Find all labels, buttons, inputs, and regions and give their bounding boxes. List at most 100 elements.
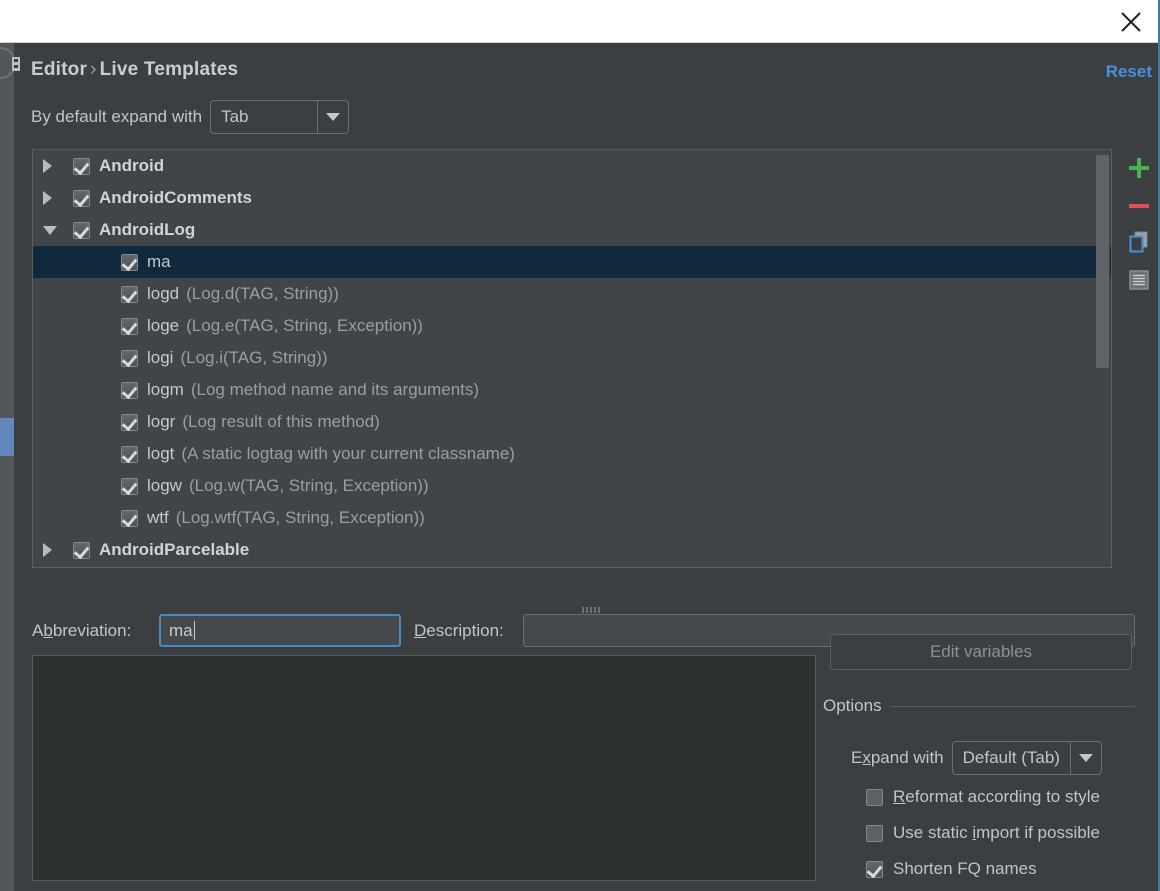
option-checkbox-row[interactable]: Shorten FQ names bbox=[866, 859, 1037, 879]
option-checkbox[interactable] bbox=[866, 788, 883, 806]
tree-row-name: Android bbox=[99, 156, 165, 175]
tree-row[interactable]: Android bbox=[33, 150, 1111, 182]
screen: Editor › Live Templates Reset By default e… bbox=[0, 0, 1160, 891]
default-expand-label: By default expand with bbox=[31, 107, 203, 126]
chevron-down-icon bbox=[317, 101, 348, 133]
tree-row[interactable]: logm (Log method name and its arguments) bbox=[33, 374, 1111, 406]
tree-row-description: (Log.w(TAG, String, Exception)) bbox=[188, 476, 429, 495]
expand-with-dropdown[interactable]: Default (Tab) bbox=[951, 741, 1102, 775]
tree-row[interactable]: logw (Log.w(TAG, String, Exception)) bbox=[33, 470, 1111, 502]
tree-toolbar bbox=[1121, 149, 1157, 301]
option-checkbox-label: Use static import if possible bbox=[893, 823, 1100, 842]
tree-row-name: ma bbox=[147, 252, 171, 271]
tree-row[interactable]: AndroidParcelable bbox=[33, 534, 1111, 566]
tree-row-description: (Log.wtf(TAG, String, Exception)) bbox=[175, 508, 425, 527]
expand-with-label: Expand with bbox=[851, 748, 944, 767]
edit-variables-button[interactable]: Edit variables bbox=[830, 634, 1132, 670]
template-groups-button[interactable] bbox=[1121, 263, 1157, 301]
tree-scrollbar-track[interactable] bbox=[1096, 151, 1110, 567]
option-checkbox-label: Reformat according to style bbox=[893, 787, 1100, 806]
window-titlebar bbox=[0, 0, 1160, 43]
tree-row-checkbox[interactable] bbox=[121, 509, 138, 527]
options-legend-text: Options bbox=[823, 696, 882, 715]
tree-row[interactable]: logr (Log result of this method) bbox=[33, 406, 1111, 438]
tree-row-checkbox[interactable] bbox=[121, 477, 138, 495]
description-label: Description: bbox=[414, 621, 504, 640]
tree-row-name: wtf bbox=[147, 508, 169, 527]
copy-icon bbox=[1127, 230, 1151, 259]
tree-scrollbar-thumb[interactable] bbox=[1096, 155, 1109, 368]
duplicate-template-button[interactable] bbox=[1121, 225, 1157, 263]
option-checkbox-label: Shorten FQ names bbox=[893, 859, 1037, 878]
chevron-down-icon bbox=[1069, 742, 1101, 774]
ide-left-gutter bbox=[0, 30, 14, 891]
chevron-right-icon[interactable] bbox=[43, 191, 73, 205]
option-checkbox-row[interactable]: Reformat according to style bbox=[866, 787, 1100, 807]
close-icon[interactable] bbox=[1114, 5, 1148, 39]
options-legend: Options bbox=[823, 696, 1135, 716]
option-checkbox[interactable] bbox=[866, 860, 883, 878]
expand-with-row: Expand with Default (Tab) bbox=[851, 741, 1102, 775]
ide-left-column bbox=[14, 30, 31, 891]
tree-row-description: (A static logtag with your current class… bbox=[181, 444, 515, 463]
abbreviation-value: ma bbox=[169, 620, 193, 640]
breadcrumb-leaf: Live Templates bbox=[99, 59, 239, 80]
tree-row-checkbox[interactable] bbox=[121, 349, 138, 367]
tree-row-checkbox[interactable] bbox=[121, 285, 138, 303]
tree-row-name: logd bbox=[147, 284, 180, 303]
tree-row-description: (Log.i(TAG, String)) bbox=[180, 348, 328, 367]
chevron-down-icon[interactable] bbox=[43, 225, 73, 235]
tree-row-name: logr bbox=[147, 412, 176, 431]
tree-row-description: (Log method name and its arguments) bbox=[190, 380, 480, 399]
default-expand-value: Tab bbox=[221, 107, 249, 126]
tree-row[interactable]: logt (A static logtag with your current c… bbox=[33, 438, 1111, 470]
document-list-icon bbox=[1128, 269, 1150, 296]
tree-row-name: logm bbox=[147, 380, 184, 399]
tree-row-checkbox[interactable] bbox=[73, 189, 90, 207]
tree-row-checkbox[interactable] bbox=[121, 253, 138, 271]
minus-icon bbox=[1129, 204, 1149, 208]
tree-row-checkbox[interactable] bbox=[73, 157, 90, 175]
tree-row[interactable]: AndroidLog bbox=[33, 214, 1111, 246]
tree-row-description: (Log.d(TAG, String)) bbox=[186, 284, 339, 303]
add-template-button[interactable] bbox=[1121, 149, 1157, 187]
tree-row-checkbox[interactable] bbox=[121, 445, 138, 463]
templates-tree[interactable]: Android AndroidComments AndroidLog ma logd (L… bbox=[32, 149, 1112, 568]
template-text-editor[interactable] bbox=[32, 655, 816, 881]
chevron-right-icon[interactable] bbox=[43, 543, 73, 557]
live-templates-settings-dialog: Editor › Live Templates Reset By default e… bbox=[31, 43, 1158, 891]
templates-tree-rows: Android AndroidComments AndroidLog ma logd (L… bbox=[33, 150, 1111, 566]
ide-left-highlight-strip bbox=[0, 418, 14, 456]
tree-row-name: loge bbox=[147, 316, 180, 335]
tree-row-name: logi bbox=[147, 348, 174, 367]
tree-row-name: AndroidParcelable bbox=[99, 540, 250, 559]
option-checkbox-row[interactable]: Use static import if possible bbox=[866, 823, 1100, 843]
tree-row-checkbox[interactable] bbox=[121, 317, 138, 335]
tree-row-checkbox[interactable] bbox=[73, 221, 90, 239]
tree-row-description: (Log result of this method) bbox=[182, 412, 380, 431]
abbreviation-input[interactable]: ma bbox=[159, 614, 401, 647]
expand-with-value: Default (Tab) bbox=[962, 748, 1060, 767]
splitter-grip[interactable] bbox=[571, 605, 611, 614]
tree-row-description: (Log.e(TAG, String, Exception)) bbox=[186, 316, 423, 335]
breadcrumb-root[interactable]: Editor bbox=[31, 59, 87, 80]
tree-row[interactable]: loge (Log.e(TAG, String, Exception)) bbox=[33, 310, 1111, 342]
reset-link[interactable]: Reset bbox=[1106, 62, 1152, 82]
remove-template-button[interactable] bbox=[1121, 187, 1157, 225]
option-checkbox[interactable] bbox=[866, 824, 883, 842]
chevron-right-icon[interactable] bbox=[43, 159, 73, 173]
tree-row[interactable]: wtf (Log.wtf(TAG, String, Exception)) bbox=[33, 502, 1111, 534]
tree-row[interactable]: ma bbox=[33, 246, 1111, 278]
plus-icon bbox=[1128, 157, 1150, 179]
tree-row[interactable]: logi (Log.i(TAG, String)) bbox=[33, 342, 1111, 374]
default-expand-dropdown[interactable]: Tab bbox=[210, 100, 350, 134]
tree-row-name: logt bbox=[147, 444, 175, 463]
tree-row[interactable]: logd (Log.d(TAG, String)) bbox=[33, 278, 1111, 310]
tree-row-checkbox[interactable] bbox=[121, 381, 138, 399]
tree-row-checkbox[interactable] bbox=[121, 413, 138, 431]
default-expand-row: By default expand with Tab bbox=[31, 100, 350, 134]
breadcrumb-separator-icon: › bbox=[90, 59, 97, 80]
abbreviation-label: Abbreviation: bbox=[32, 621, 132, 640]
tree-row-checkbox[interactable] bbox=[73, 541, 90, 559]
tree-row[interactable]: AndroidComments bbox=[33, 182, 1111, 214]
